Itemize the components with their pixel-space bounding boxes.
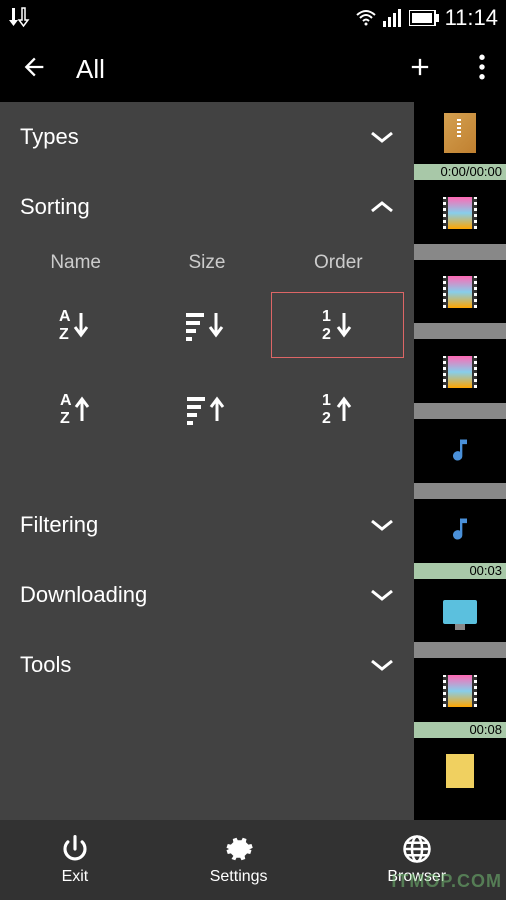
document-icon xyxy=(446,754,474,788)
list-item[interactable] xyxy=(414,581,506,661)
watermark: ITMOP.COM xyxy=(391,871,502,892)
back-button[interactable] xyxy=(20,53,48,86)
list-item[interactable]: 00:08 xyxy=(414,660,506,740)
chevron-down-icon xyxy=(370,519,394,531)
add-button[interactable] xyxy=(406,53,434,86)
item-time: 00:03 xyxy=(414,563,506,579)
tools-label: Tools xyxy=(20,652,71,678)
monitor-icon xyxy=(443,600,477,624)
content-area: Types Sorting Name Size Order AZ 12 xyxy=(0,102,506,820)
svg-text:1: 1 xyxy=(322,308,331,325)
download-indicator-icon xyxy=(8,6,38,30)
exit-button[interactable]: Exit xyxy=(60,834,90,886)
downloading-section[interactable]: Downloading xyxy=(0,560,414,630)
settings-button[interactable]: Settings xyxy=(210,834,268,886)
sort-name-desc[interactable]: AZ xyxy=(10,292,141,358)
list-item[interactable]: 0:00/00:00 xyxy=(414,102,506,182)
svg-text:A: A xyxy=(60,392,72,409)
filtering-section[interactable]: Filtering xyxy=(0,490,414,560)
film-icon xyxy=(443,356,477,388)
sort-row-asc: AZ 12 xyxy=(10,376,404,442)
sorting-label: Sorting xyxy=(20,194,90,220)
chevron-down-icon xyxy=(370,131,394,143)
sort-order-asc[interactable]: 12 xyxy=(273,376,404,442)
sort-order-desc[interactable]: 12 xyxy=(271,292,404,358)
item-time xyxy=(414,244,506,260)
header-size: Size xyxy=(141,252,272,274)
status-bar: 11:14 xyxy=(0,0,506,36)
sorting-content: Name Size Order AZ 12 AZ xyxy=(0,242,414,490)
sort-size-asc[interactable] xyxy=(141,376,272,442)
film-icon xyxy=(443,197,477,229)
exit-label: Exit xyxy=(62,868,89,886)
svg-text:Z: Z xyxy=(60,410,70,427)
tools-section[interactable]: Tools xyxy=(0,630,414,700)
svg-text:Z: Z xyxy=(59,326,69,343)
item-time xyxy=(414,323,506,339)
sort-size-desc[interactable] xyxy=(141,292,272,358)
status-right: 11:14 xyxy=(355,5,498,31)
list-item[interactable]: 00:03 xyxy=(414,501,506,581)
file-list-strip: 0:00/00:00 00:03 00:08 xyxy=(414,102,506,820)
sort-row-desc: AZ 12 xyxy=(10,292,404,358)
item-time xyxy=(414,642,506,658)
power-icon xyxy=(60,834,90,864)
chevron-up-icon xyxy=(370,201,394,213)
music-icon xyxy=(446,515,474,548)
film-icon xyxy=(443,276,477,308)
sorting-section[interactable]: Sorting xyxy=(0,172,414,242)
settings-label: Settings xyxy=(210,868,268,886)
list-item[interactable] xyxy=(414,740,506,820)
types-label: Types xyxy=(20,124,79,150)
status-time: 11:14 xyxy=(445,5,498,31)
music-icon xyxy=(446,436,474,469)
page-title: All xyxy=(76,54,406,85)
film-icon xyxy=(443,675,477,707)
list-item[interactable] xyxy=(414,262,506,342)
item-time xyxy=(414,403,506,419)
signal-icon xyxy=(383,9,403,27)
svg-text:2: 2 xyxy=(322,326,331,343)
battery-icon xyxy=(409,10,439,26)
item-time: 00:08 xyxy=(414,722,506,738)
list-item[interactable] xyxy=(414,421,506,501)
app-bar: All xyxy=(0,36,506,102)
wifi-icon xyxy=(355,9,377,27)
side-panel: Types Sorting Name Size Order AZ 12 xyxy=(0,102,414,820)
globe-icon xyxy=(402,834,432,864)
status-left-icons xyxy=(8,6,38,30)
menu-button[interactable] xyxy=(478,54,486,85)
list-item[interactable] xyxy=(414,341,506,421)
sort-headers: Name Size Order xyxy=(10,252,404,274)
svg-text:2: 2 xyxy=(322,410,331,427)
list-item[interactable] xyxy=(414,182,506,262)
filtering-label: Filtering xyxy=(20,512,98,538)
chevron-down-icon xyxy=(370,659,394,671)
gear-icon xyxy=(224,834,254,864)
header-name: Name xyxy=(10,252,141,274)
svg-text:A: A xyxy=(59,308,71,325)
item-time xyxy=(414,483,506,499)
chevron-down-icon xyxy=(370,589,394,601)
svg-text:1: 1 xyxy=(322,392,331,409)
item-time: 0:00/00:00 xyxy=(414,164,506,180)
downloading-label: Downloading xyxy=(20,582,147,608)
header-order: Order xyxy=(273,252,404,274)
sort-name-asc[interactable]: AZ xyxy=(10,376,141,442)
types-section[interactable]: Types xyxy=(0,102,414,172)
zip-icon xyxy=(444,113,476,153)
